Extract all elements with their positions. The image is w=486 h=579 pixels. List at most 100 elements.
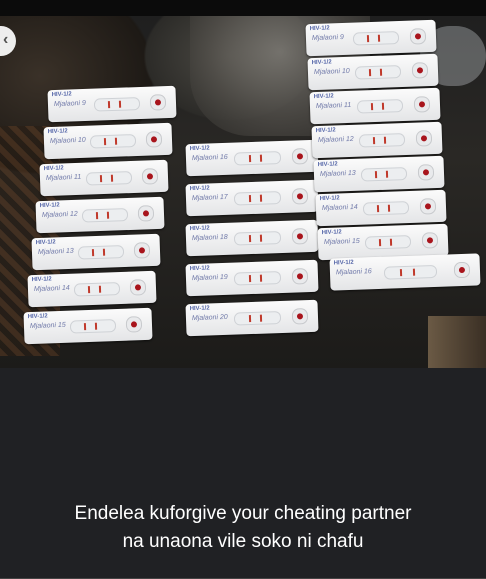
blood-drop: [296, 233, 304, 240]
test-cassette: HIV-1/2 Mjalaoni 11: [309, 87, 441, 125]
back-button[interactable]: ‹: [0, 26, 16, 56]
test-cassette: HIV-1/2 Mjalaoni 9: [47, 85, 177, 123]
test-line: [377, 34, 381, 42]
cassette-result-window: [69, 319, 117, 334]
test-line: [248, 275, 252, 283]
test-line: [374, 171, 378, 179]
test-cassette: HIV-1/2 Mjalaoni 15: [23, 307, 153, 345]
post-photo[interactable]: HIV-1/2 Mjalaoni 9 HIV-1/2 Mjalaoni 10 HIV-1…: [0, 16, 486, 368]
test-line: [383, 136, 387, 144]
cassette-brand-label: HIV-1/2: [317, 161, 338, 169]
test-line: [83, 323, 87, 331]
blood-drop: [130, 321, 138, 328]
chevron-left-icon: ‹: [3, 31, 9, 48]
test-line: [259, 314, 263, 322]
cassette-brand-label: HIV-1/2: [321, 229, 342, 237]
test-cassette: HIV-1/2 Mjalaoni 13: [31, 233, 161, 271]
cassette-brand-label: HIV-1/2: [39, 202, 60, 210]
blood-drop: [418, 101, 426, 108]
test-line: [412, 268, 416, 276]
sample-well: [133, 242, 151, 259]
test-line: [99, 175, 103, 183]
test-cassette: HIV-1/2 Mjalaoni 11: [39, 159, 169, 197]
cassette-handwritten-label: Mjalaoni 16: [191, 153, 228, 163]
test-line: [110, 174, 114, 182]
cassette-result-window: [77, 245, 125, 260]
cassette-result-window: [360, 167, 408, 182]
test-line: [248, 315, 252, 323]
test-cassette: HIV-1/2 Mjalaoni 12: [35, 196, 165, 234]
test-cassette: HIV-1/2 Mjalaoni 16: [329, 253, 481, 291]
blood-drop: [424, 203, 432, 210]
cassette-result-window: [233, 310, 282, 326]
sample-well: [129, 279, 147, 296]
test-line: [248, 235, 252, 243]
sample-well: [421, 232, 439, 249]
test-cassette: HIV-1/2 Mjalaoni 18: [185, 219, 319, 257]
test-line: [103, 138, 107, 146]
sample-well: [291, 268, 309, 285]
cassette-result-window: [89, 134, 137, 149]
test-cassette: HIV-1/2 Mjalaoni 10: [43, 122, 173, 160]
sample-well: [453, 261, 471, 279]
test-line: [87, 286, 91, 294]
cassette-brand-label: HIV-1/2: [35, 239, 56, 247]
sample-well: [125, 316, 143, 333]
cassette-handwritten-label: Mjalaoni 15: [29, 321, 66, 331]
cassette-handwritten-label: Mjalaoni 16: [335, 268, 372, 277]
cassette-handwritten-label: Mjalaoni 13: [319, 169, 356, 179]
test-line: [379, 68, 383, 76]
test-line: [259, 194, 263, 202]
sample-well: [419, 198, 437, 215]
sample-well: [291, 228, 309, 245]
sample-well: [415, 130, 433, 147]
cassette-handwritten-label: Mjalaoni 12: [317, 135, 354, 145]
cassette-result-window: [81, 208, 129, 223]
sample-well: [149, 94, 167, 111]
test-cassette: HIV-1/2 Mjalaoni 14: [27, 270, 157, 308]
sample-well: [291, 188, 309, 205]
cassette-result-window: [358, 133, 406, 148]
test-line: [259, 274, 263, 282]
test-line: [372, 137, 376, 145]
test-cassette: HIV-1/2 Mjalaoni 14: [315, 189, 447, 227]
test-cassette: HIV-1/2 Mjalaoni 10: [307, 53, 439, 91]
cassette-brand-label: HIV-1/2: [189, 305, 210, 313]
cassette-result-window: [362, 201, 410, 216]
cassette-handwritten-label: Mjalaoni 11: [315, 101, 352, 111]
blood-drop: [142, 210, 150, 217]
blood-drop: [154, 99, 162, 106]
blood-drop: [296, 313, 304, 320]
test-cassette: HIV-1/2 Mjalaoni 13: [313, 155, 445, 193]
test-line: [248, 195, 252, 203]
cassette-brand-label: HIV-1/2: [333, 259, 354, 267]
sample-well: [417, 164, 435, 181]
blood-drop: [458, 266, 466, 274]
blood-drop: [422, 169, 430, 176]
sample-well: [413, 96, 431, 113]
sample-well: [291, 148, 309, 165]
cassette-brand-label: HIV-1/2: [51, 91, 72, 99]
cassette-brand-label: HIV-1/2: [47, 128, 68, 136]
test-line: [94, 322, 98, 330]
blood-drop: [134, 284, 142, 291]
blood-drop: [146, 173, 154, 180]
cassette-result-window: [364, 235, 412, 250]
test-cassette: HIV-1/2 Mjalaoni 12: [311, 121, 443, 159]
sample-well: [409, 28, 427, 45]
test-line: [387, 204, 391, 212]
cassette-result-window: [233, 190, 282, 206]
cassette-brand-label: HIV-1/2: [27, 313, 48, 321]
test-line: [399, 269, 403, 277]
cassette-result-window: [383, 264, 438, 280]
cassette-handwritten-label: Mjalaoni 19: [191, 273, 228, 283]
test-line: [106, 211, 110, 219]
test-line: [98, 285, 102, 293]
cassette-handwritten-label: Mjalaoni 10: [313, 67, 350, 77]
test-cassette: HIV-1/2 Mjalaoni 9: [305, 19, 437, 57]
cassette-result-window: [233, 230, 282, 246]
cassette-brand-label: HIV-1/2: [189, 225, 210, 233]
cassette-brand-label: HIV-1/2: [315, 127, 336, 135]
cassette-handwritten-label: Mjalaoni 9: [311, 33, 345, 43]
test-line: [95, 212, 99, 220]
